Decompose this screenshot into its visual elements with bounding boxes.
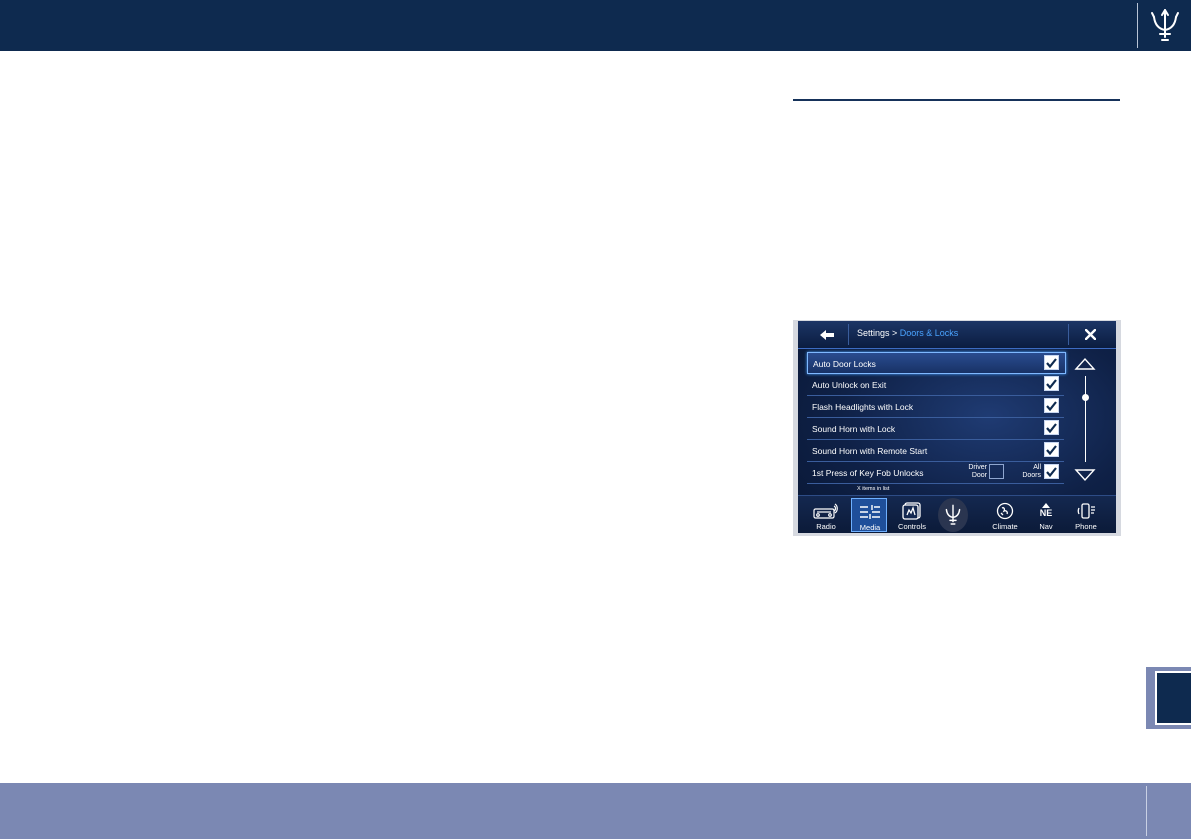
setting-row-auto-door-locks[interactable]: Auto Door Locks (807, 352, 1066, 374)
all-doors-checkbox[interactable] (1044, 464, 1059, 479)
driver-door-label-line2: Door (971, 472, 987, 479)
all-doors-label: All Doors (1013, 464, 1041, 480)
nav-controls[interactable]: Controls (894, 498, 930, 532)
section-rule (793, 99, 1120, 101)
setting-label: Auto Door Locks (813, 359, 876, 369)
footer-divider (1146, 786, 1147, 836)
setting-row-flash-headlights-with-lock[interactable]: Flash Headlights with Lock (807, 396, 1064, 418)
triangle-down-icon (1074, 469, 1096, 482)
scrollbar-thumb[interactable] (1082, 394, 1089, 401)
screen-breadcrumb: Settings > Doors & Locks (857, 328, 958, 338)
nav-climate-label: Climate (992, 522, 1018, 531)
nav-media[interactable]: Media (851, 498, 887, 532)
nav-radio-label: Radio (816, 522, 836, 531)
header-divider (1137, 3, 1138, 48)
back-arrow-icon (820, 329, 834, 340)
setting-label: Flash Headlights with Lock (812, 402, 914, 412)
setting-label: Sound Horn with Remote Start (812, 446, 928, 456)
all-doors-label-line2: Doors (1022, 472, 1041, 479)
close-button[interactable] (1068, 324, 1111, 345)
checkmark-icon (1046, 422, 1057, 433)
setting-label: Auto Unlock on Exit (812, 380, 887, 390)
controls-icon (894, 501, 930, 520)
doors-locks-screenshot: Settings > Doors & Locks Auto Door Locks… (793, 320, 1121, 536)
bottom-nav-bar: Radio Media Controls Climate NE Nav Phon… (798, 495, 1116, 533)
scroll-down-button[interactable] (1074, 468, 1096, 487)
nav-nav[interactable]: NE Nav (1028, 498, 1064, 532)
nav-climate[interactable]: Climate (987, 498, 1023, 532)
nav-controls-label: Controls (898, 522, 926, 531)
nav-radio[interactable]: Radio (808, 498, 844, 532)
driver-door-label: Driver Door (957, 464, 987, 480)
chapter-tab (1146, 667, 1191, 729)
nav-heading: NE (1039, 508, 1053, 518)
trident-logo-icon (1151, 8, 1179, 41)
scrollbar-track[interactable] (1085, 376, 1086, 462)
radio-icon (808, 502, 844, 519)
auto-door-locks-checkbox[interactable] (1044, 355, 1059, 370)
trident-logo (1139, 0, 1191, 51)
chapter-tab-marker (1155, 671, 1191, 725)
nav-phone[interactable]: Phone (1068, 498, 1104, 532)
nav-nav-label: Nav (1039, 522, 1053, 531)
checkmark-icon (1046, 400, 1057, 411)
driver-door-label-line1: Driver (968, 464, 987, 471)
compass-icon: NE (1028, 502, 1064, 519)
checkmark-icon (1046, 378, 1057, 389)
auto-unlock-on-exit-checkbox[interactable] (1044, 376, 1059, 391)
setting-row-auto-unlock-on-exit[interactable]: Auto Unlock on Exit (807, 374, 1064, 396)
trident-icon (945, 504, 961, 525)
page-header-bar (0, 0, 1191, 51)
setting-row-key-fob-unlocks: 1st Press of Key Fob Unlocks Driver Door… (807, 462, 1064, 484)
setting-label: Sound Horn with Lock (812, 424, 896, 434)
setting-row-sound-horn-with-lock[interactable]: Sound Horn with Lock (807, 418, 1064, 440)
climate-icon (987, 502, 1023, 519)
all-doors-label-line1: All (1033, 464, 1041, 471)
page-footer-bar (0, 783, 1191, 839)
triangle-up-icon (1074, 357, 1096, 370)
setting-label: 1st Press of Key Fob Unlocks (812, 468, 924, 478)
breadcrumb-settings: Settings > (857, 328, 900, 338)
checkmark-icon (1046, 357, 1057, 368)
setting-row-sound-horn-with-remote-start[interactable]: Sound Horn with Remote Start (807, 440, 1064, 462)
driver-door-checkbox[interactable] (989, 464, 1004, 479)
sound-horn-remote-start-checkbox[interactable] (1044, 442, 1059, 457)
checkmark-icon (1046, 466, 1057, 477)
home-trident-button[interactable] (938, 498, 968, 532)
sound-horn-lock-checkbox[interactable] (1044, 420, 1059, 435)
nav-phone-label: Phone (1075, 522, 1097, 531)
nav-media-label: Media (859, 523, 881, 532)
touchscreen-display: Settings > Doors & Locks Auto Door Locks… (798, 321, 1116, 533)
media-icon (852, 503, 888, 520)
checkmark-icon (1046, 444, 1057, 455)
back-button[interactable] (806, 324, 849, 345)
phone-icon (1068, 502, 1104, 519)
close-icon (1084, 329, 1096, 340)
flash-headlights-checkbox[interactable] (1044, 398, 1059, 413)
screen-header: Settings > Doors & Locks (798, 321, 1116, 349)
breadcrumb-doors-locks: Doors & Locks (899, 328, 959, 338)
scroll-up-button[interactable] (1074, 357, 1096, 376)
items-count-text: X items in list (857, 486, 890, 492)
